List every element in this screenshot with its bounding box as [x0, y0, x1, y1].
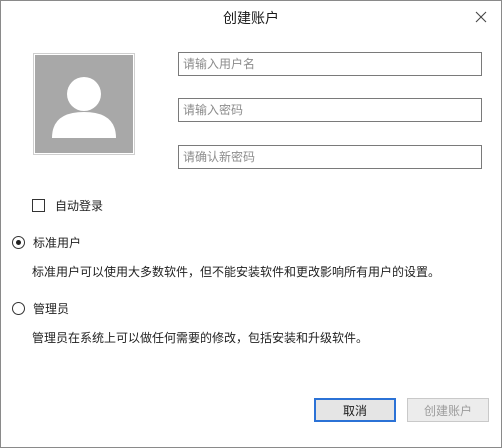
- standard-user-option[interactable]: 标准用户: [12, 234, 81, 250]
- standard-user-label: 标准用户: [33, 235, 82, 250]
- cancel-button[interactable]: 取消: [314, 398, 396, 422]
- user-avatar-icon: [52, 77, 116, 138]
- avatar-picker[interactable]: [33, 53, 135, 155]
- admin-option[interactable]: 管理员: [12, 300, 69, 316]
- standard-user-radio[interactable]: [12, 235, 25, 249]
- create-account-button[interactable]: 创建账户: [407, 398, 489, 422]
- admin-description: 管理员在系统上可以做任何需要的修改，包括安装和升级软件。: [32, 331, 369, 345]
- avatar-image: [35, 55, 133, 153]
- password-input[interactable]: [178, 98, 482, 122]
- auto-login-checkbox[interactable]: [32, 198, 45, 212]
- standard-user-description: 标准用户可以使用大多数软件，但不能安装软件和更改影响所有用户的设置。: [32, 265, 441, 279]
- username-input[interactable]: [178, 52, 482, 76]
- create-account-dialog: 创建账户 自动登录 标准用户 标准用户可以使用大多数软件，但不能安装软件和更改影…: [0, 0, 502, 448]
- auto-login-option[interactable]: 自动登录: [32, 197, 103, 213]
- admin-radio[interactable]: [12, 301, 25, 315]
- close-icon: [475, 11, 487, 23]
- confirm-password-input[interactable]: [178, 145, 482, 169]
- auto-login-label: 自动登录: [55, 198, 104, 213]
- title-bar: 创建账户: [1, 1, 501, 34]
- admin-label: 管理员: [33, 301, 70, 316]
- close-button[interactable]: [469, 5, 493, 29]
- radio-selected-dot: [16, 239, 21, 245]
- dialog-title: 创建账户: [223, 11, 279, 27]
